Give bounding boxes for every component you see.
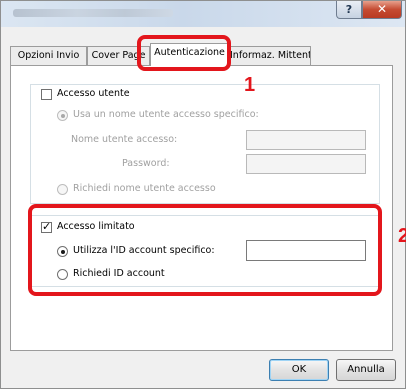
tab-panel-autenticazione: Accesso utente Usa un nome utente access… (10, 65, 393, 351)
step-number-1: 1 (244, 74, 256, 96)
limited-access-label: Accesso limitato (57, 221, 135, 232)
tab-opzioni-invio[interactable]: Opzioni Invio (10, 46, 87, 65)
prompt-account-radio-label: Richiedi ID account (73, 268, 165, 279)
username-field[interactable] (246, 130, 366, 150)
limited-access-checkbox[interactable] (41, 220, 52, 233)
specific-username-radio-label: Usa un nome utente accesso specifico: (73, 109, 259, 120)
tab-cover-page[interactable]: Cover Page (87, 46, 150, 65)
user-access-label: Accesso utente (57, 88, 130, 99)
cancel-button[interactable]: Annulla (336, 359, 396, 381)
prompt-account-radio[interactable] (57, 269, 68, 280)
specific-username-radio[interactable] (57, 110, 68, 121)
prompt-username-radio[interactable] (57, 184, 68, 195)
tab-informaz-mittente[interactable]: Informaz. Mittente (229, 46, 311, 65)
account-id-field[interactable] (246, 240, 366, 261)
dialog-window: ? ✕ Opzioni Invio Cover Page Autenticazi… (0, 0, 406, 389)
user-access-checkbox[interactable] (41, 89, 52, 100)
step-number-2: 2 (398, 225, 406, 247)
password-field[interactable] (246, 154, 366, 174)
password-label: Password: (122, 158, 170, 169)
specific-account-radio-label: Utilizza l'ID account specifico: (73, 245, 215, 256)
prompt-username-radio-label: Richiedi nome utente accesso (73, 183, 216, 194)
specific-account-radio[interactable] (57, 246, 68, 257)
tab-autenticazione[interactable]: Autenticazione (150, 43, 229, 66)
title-bar: ? ✕ (1, 1, 405, 27)
ok-button[interactable]: OK (269, 359, 329, 381)
blurred-title (13, 9, 173, 17)
close-icon[interactable]: ✕ (362, 1, 402, 19)
help-icon[interactable]: ? (336, 1, 362, 19)
username-label: Nome utente accesso: (71, 134, 178, 145)
